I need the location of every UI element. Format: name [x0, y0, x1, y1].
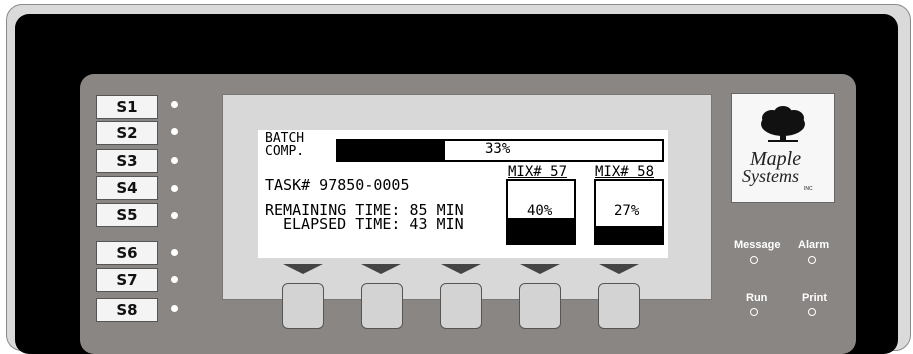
mix-58-fill [596, 226, 662, 243]
message-indicator-icon [750, 256, 758, 264]
mix-58-value: 27% [614, 203, 640, 219]
led-s2 [171, 128, 178, 135]
batch-label-2: COMP. [265, 144, 305, 159]
mix-57-label: MIX# 57 [508, 164, 568, 180]
run-indicator-icon [750, 308, 758, 316]
soft-key-s7[interactable]: S7 [96, 268, 158, 292]
led-s8 [171, 305, 178, 312]
led-s4 [171, 185, 178, 192]
led-s1 [171, 101, 178, 108]
function-key-4[interactable] [519, 283, 561, 329]
message-label: Message [734, 239, 781, 251]
print-label: Print [802, 292, 828, 304]
function-key-5[interactable] [598, 283, 640, 329]
soft-key-s6[interactable]: S6 [96, 241, 158, 265]
function-key-3[interactable] [440, 283, 482, 329]
alarm-indicator-icon [808, 256, 816, 264]
f1-arrow-icon [283, 264, 323, 274]
print-indicator-icon [808, 308, 816, 316]
function-key-2[interactable] [361, 283, 403, 329]
soft-key-s3[interactable]: S3 [96, 149, 158, 173]
led-s6 [171, 249, 178, 256]
soft-key-s2[interactable]: S2 [96, 121, 158, 145]
f4-arrow-icon [520, 264, 560, 274]
mix-58-label: MIX# 58 [595, 164, 655, 180]
batch-progress-fill [338, 141, 445, 160]
soft-key-s5[interactable]: S5 [96, 203, 158, 227]
f3-arrow-icon [441, 264, 481, 274]
f2-arrow-icon [361, 264, 401, 274]
function-key-1[interactable] [282, 283, 324, 329]
led-s3 [171, 157, 178, 164]
soft-key-s8[interactable]: S8 [96, 298, 158, 322]
run-label: Run [746, 292, 768, 304]
logo-suffix: INC [804, 186, 813, 192]
led-s7 [171, 276, 178, 283]
task-number: TASK# 97850-0005 [265, 176, 410, 194]
logo-line-2: Systems [742, 166, 799, 186]
elapsed-time: ELAPSED TIME: 43 MIN [283, 215, 464, 233]
mix-57-fill [508, 218, 574, 243]
f5-arrow-icon [599, 264, 639, 274]
batch-percent: 33% [485, 141, 511, 157]
soft-key-s4[interactable]: S4 [96, 176, 158, 200]
alarm-label: Alarm [798, 239, 830, 251]
soft-key-s1[interactable]: S1 [96, 95, 158, 119]
led-s5 [171, 212, 178, 219]
mix-57-value: 40% [527, 203, 553, 219]
maple-systems-logo: Maple Systems INC [731, 93, 835, 203]
